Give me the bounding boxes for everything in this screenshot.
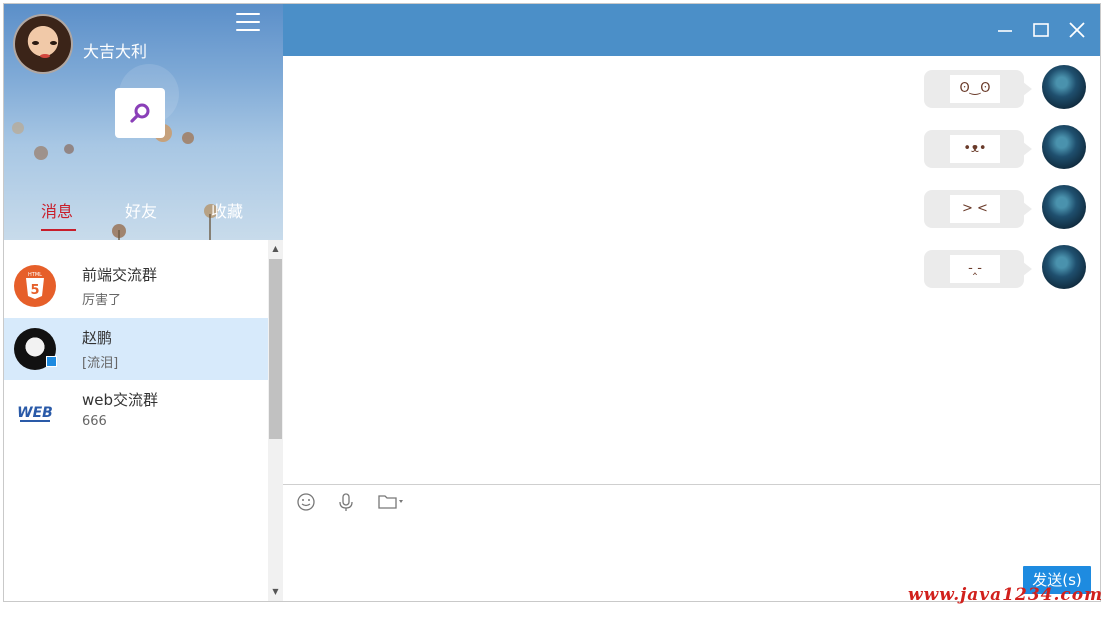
message-bubble[interactable]: > < xyxy=(924,190,1032,228)
online-status-icon xyxy=(46,356,57,367)
emoji-icon[interactable] xyxy=(295,491,317,513)
avatar-lip xyxy=(40,54,50,58)
scroll-down-icon[interactable]: ▼ xyxy=(268,585,283,599)
emoji-sticker: ʘ‿ʘ xyxy=(950,75,1000,103)
background-decoration xyxy=(64,144,74,154)
background-decoration xyxy=(182,132,194,144)
sender-avatar[interactable] xyxy=(1042,65,1086,109)
composer-toolbar xyxy=(283,485,1100,519)
microphone-icon[interactable] xyxy=(335,491,357,513)
background-decoration xyxy=(12,122,24,134)
sender-avatar[interactable] xyxy=(1042,185,1086,229)
emoji-sticker: -‸- xyxy=(950,255,1000,283)
conversation-item[interactable]: HTML 5 前端交流群 厉害了 xyxy=(4,255,268,317)
message-bubble[interactable]: •ᴥ• xyxy=(924,130,1032,168)
conversation-item[interactable]: WEB web交流群 666 xyxy=(4,380,268,442)
title-bar xyxy=(283,4,1100,56)
emoji-sticker: •ᴥ• xyxy=(950,135,1000,163)
menu-bar xyxy=(236,21,260,23)
scroll-up-icon[interactable]: ▲ xyxy=(268,242,283,256)
conversation-scrollbar[interactable]: ▲ ▼ xyxy=(268,240,283,601)
chat-app-window: 大吉大利 消息 好友 收藏 HTML 5 前端交流群 厉害了 赵鹏 [流泪] W… xyxy=(3,3,1101,602)
close-icon[interactable] xyxy=(1067,20,1087,40)
tab-bar: 消息 好友 收藏 xyxy=(4,198,283,240)
conversation-list: HTML 5 前端交流群 厉害了 赵鹏 [流泪] WEB web交流群 666 xyxy=(4,240,268,601)
maximize-icon[interactable] xyxy=(1031,20,1051,40)
sender-avatar[interactable] xyxy=(1042,245,1086,289)
message-row: ʘ‿ʘ xyxy=(800,60,1100,110)
message-row: •ᴥ• xyxy=(800,120,1100,170)
web-text-logo-icon: WEB xyxy=(17,405,53,422)
user-avatar[interactable] xyxy=(13,14,73,74)
background-decoration xyxy=(34,146,48,160)
hamburger-menu-icon[interactable] xyxy=(236,13,260,31)
tab-friends[interactable]: 好友 xyxy=(125,198,157,232)
message-area: ʘ‿ʘ •ᴥ• > < -‸- xyxy=(283,56,1100,484)
menu-bar xyxy=(236,13,260,15)
user-name: 大吉大利 xyxy=(83,42,148,61)
conversation-name: 赵鹏 xyxy=(82,329,113,347)
tab-messages[interactable]: 消息 xyxy=(41,198,73,232)
folder-icon[interactable] xyxy=(377,491,407,513)
active-tab-indicator xyxy=(41,229,76,231)
search-button[interactable] xyxy=(115,88,165,138)
html5-shield-icon: HTML 5 xyxy=(26,272,44,299)
search-icon xyxy=(130,103,150,123)
watermark-text: www.java1234.com xyxy=(908,585,1104,605)
conversation-name: 前端交流群 xyxy=(82,266,158,284)
emoji-sticker: > < xyxy=(950,195,1000,223)
message-bubble[interactable]: -‸- xyxy=(924,250,1032,288)
svg-text:5: 5 xyxy=(30,283,39,298)
message-input[interactable] xyxy=(283,519,1100,573)
message-row: -‸- xyxy=(800,240,1100,290)
message-row: > < xyxy=(800,180,1100,230)
web-logo-icon: WEB xyxy=(14,390,56,432)
tab-favorites[interactable]: 收藏 xyxy=(211,198,243,232)
minimize-icon[interactable] xyxy=(995,20,1015,40)
conversation-item[interactable]: 赵鹏 [流泪] xyxy=(4,318,268,380)
menu-bar xyxy=(236,29,260,31)
avatar-eye xyxy=(50,41,57,45)
chat-panel: ʘ‿ʘ •ᴥ• > < -‸- 发送(s) xyxy=(283,4,1100,601)
conversation-last-message: 厉害了 xyxy=(82,293,122,308)
profile-header: 大吉大利 消息 好友 收藏 xyxy=(4,4,283,240)
svg-text:HTML: HTML xyxy=(28,272,42,278)
conversation-last-message: 666 xyxy=(82,414,107,429)
left-panel: 大吉大利 消息 好友 收藏 HTML 5 前端交流群 厉害了 赵鹏 [流泪] W… xyxy=(4,4,283,601)
conversation-name: web交流群 xyxy=(82,391,159,409)
conversation-last-message: [流泪] xyxy=(82,356,119,371)
scroll-thumb[interactable] xyxy=(269,259,282,439)
avatar-eye xyxy=(32,41,39,45)
html5-logo-icon: HTML 5 xyxy=(14,265,56,307)
sender-avatar[interactable] xyxy=(1042,125,1086,169)
message-bubble[interactable]: ʘ‿ʘ xyxy=(924,70,1032,108)
svg-text:WEB: WEB xyxy=(17,405,53,421)
